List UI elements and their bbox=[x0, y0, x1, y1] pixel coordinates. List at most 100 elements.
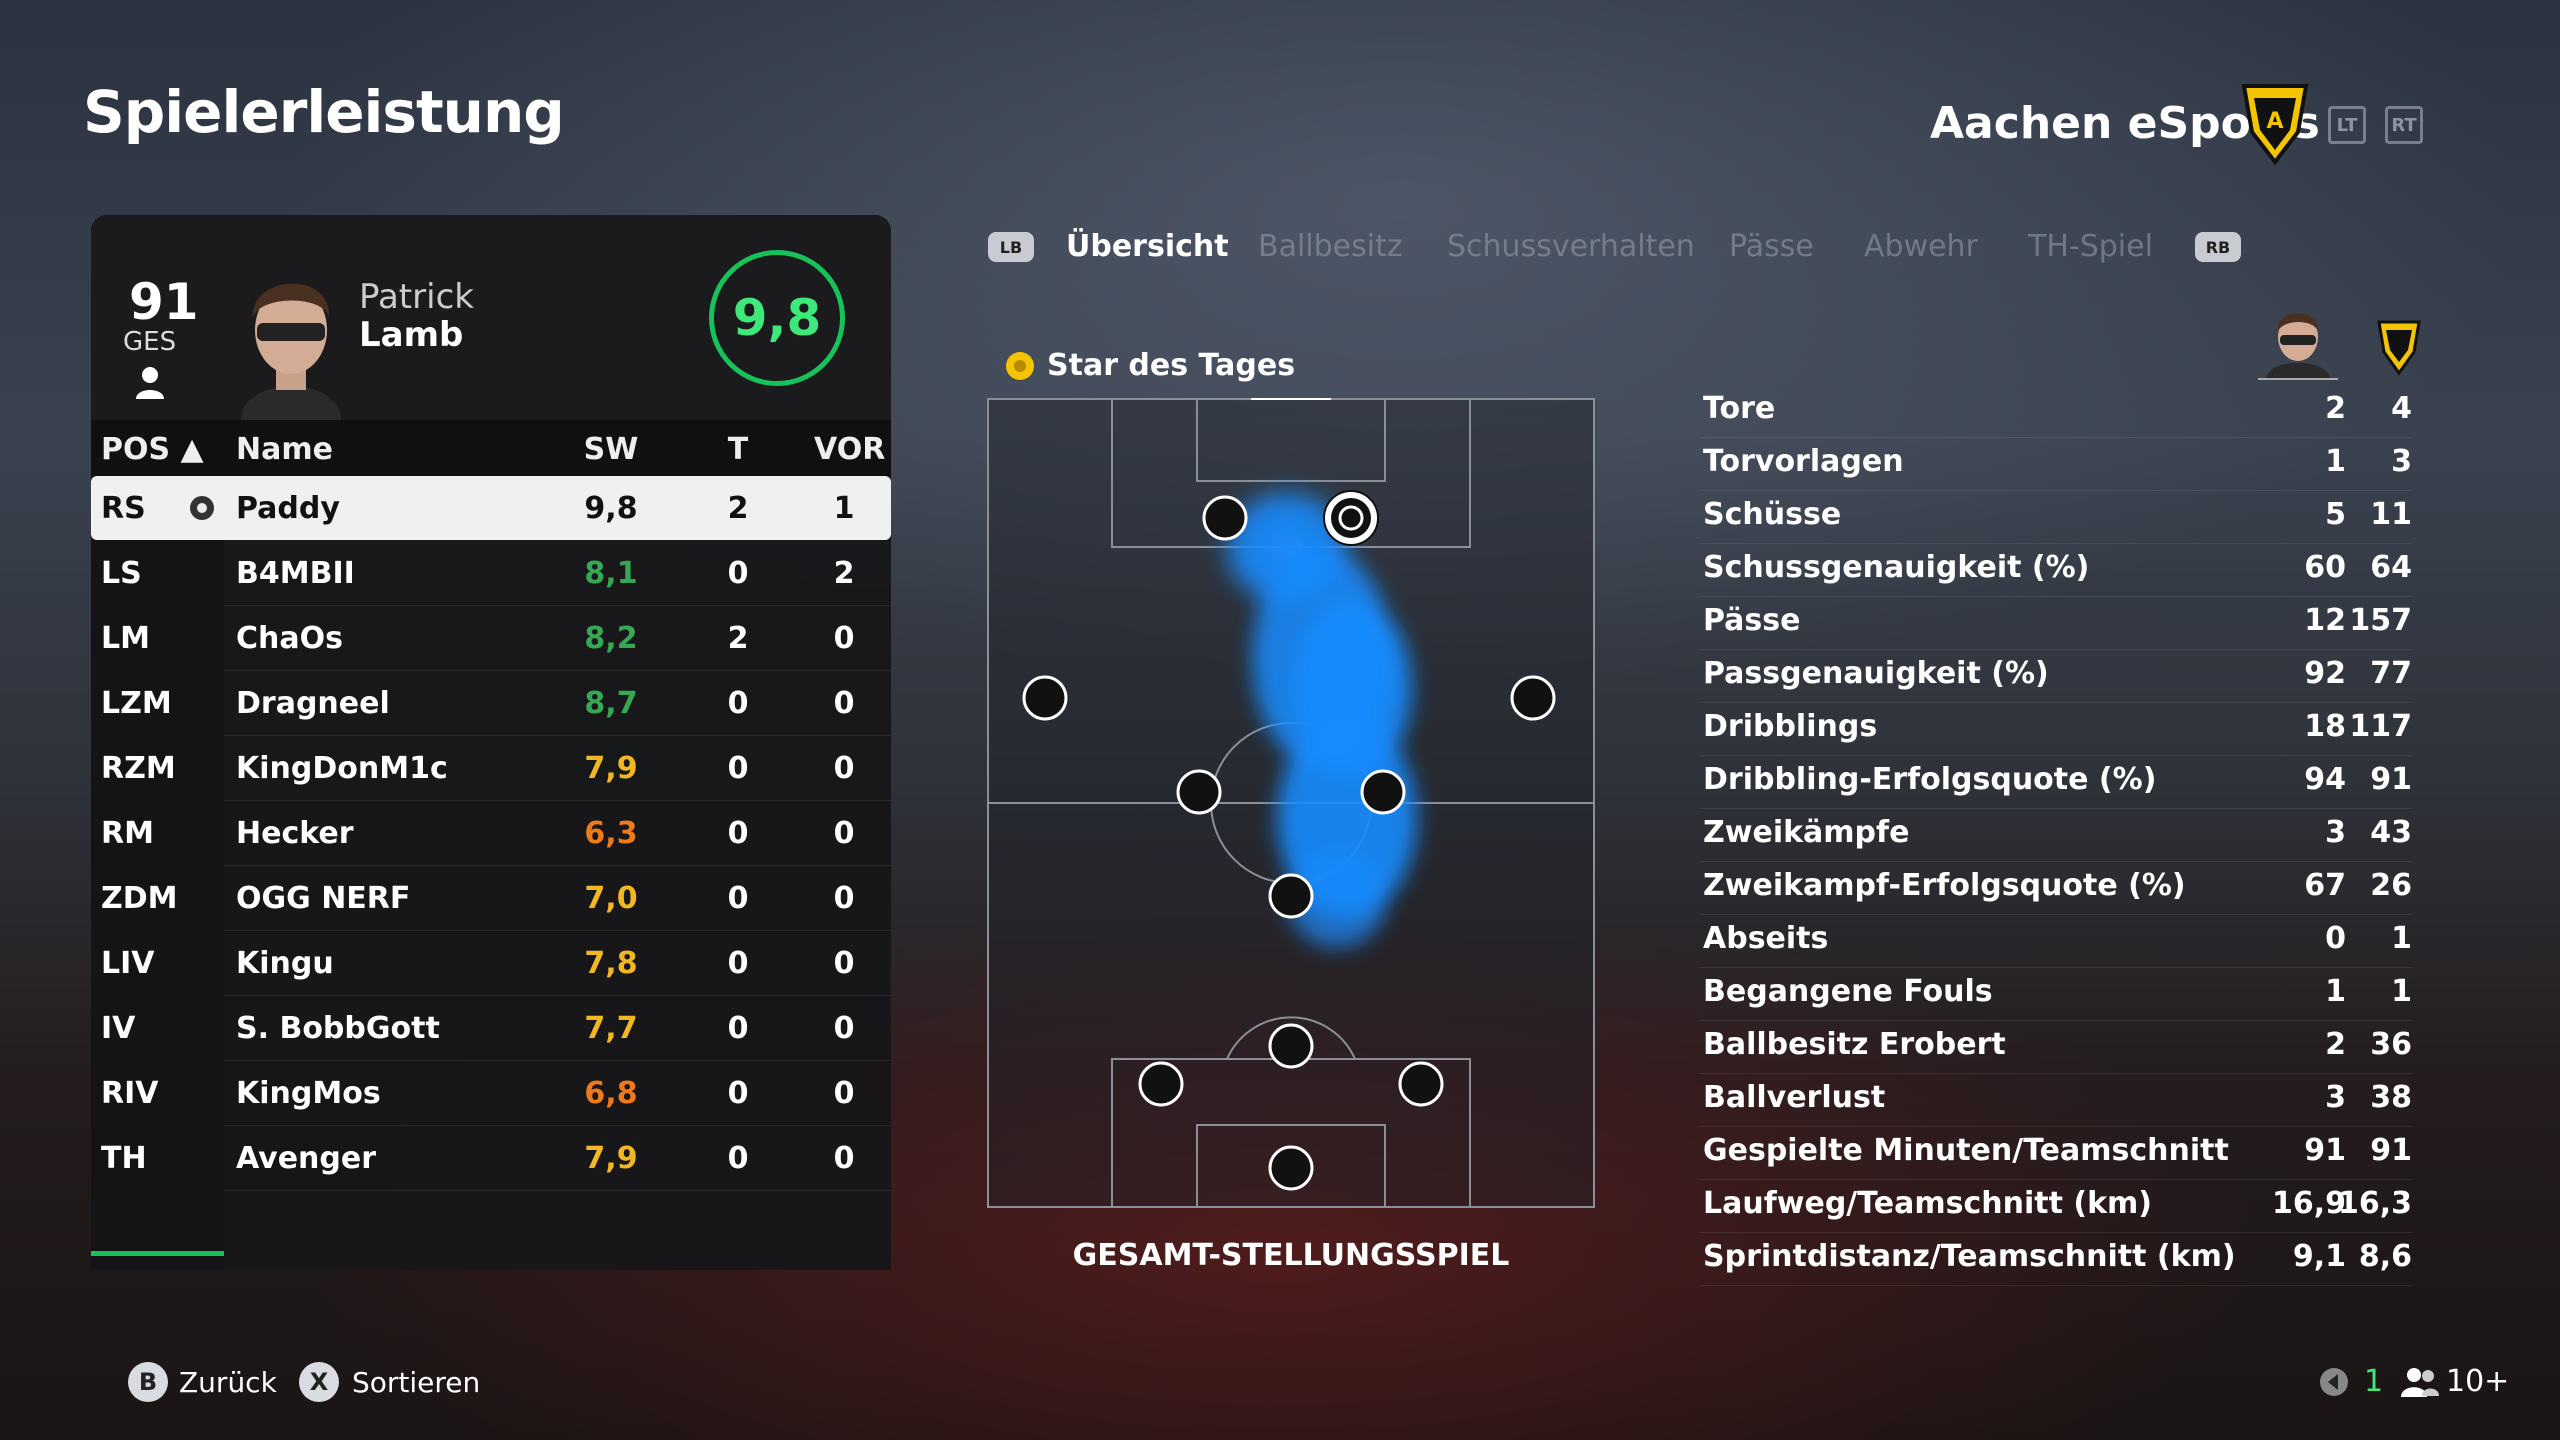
stat-team-value: 3 bbox=[2391, 444, 2412, 479]
row-rating: 8,2 bbox=[584, 621, 638, 656]
sort-label[interactable]: Sortieren bbox=[352, 1366, 480, 1399]
stat-player-value: 2 bbox=[2325, 1027, 2346, 1062]
stat-row: Zweikampf-Erfolgsquote (%) 67 26 bbox=[1700, 862, 2412, 915]
header-vor[interactable]: VOR bbox=[814, 432, 885, 467]
row-goals: 0 bbox=[727, 1141, 749, 1176]
star-of-the-day-label: Star des Tages bbox=[1047, 348, 1296, 383]
row-player-name: ChaOs bbox=[236, 621, 343, 656]
stat-row: Passgenauigkeit (%) 92 77 bbox=[1700, 650, 2412, 703]
stat-label: Abseits bbox=[1703, 921, 1829, 956]
stat-player-value: 92 bbox=[2304, 656, 2346, 691]
star-ball-icon bbox=[190, 496, 214, 520]
row-goals: 0 bbox=[727, 686, 749, 721]
header-pos[interactable]: POS ▲ bbox=[101, 432, 204, 467]
stat-player-value: 0 bbox=[2325, 921, 2346, 956]
row-rating: 9,8 bbox=[584, 491, 638, 526]
tab-paesse[interactable]: Pässe bbox=[1729, 229, 1814, 264]
table-row[interactable]: RM Hecker 6,3 0 0 bbox=[91, 801, 891, 865]
table-row[interactable]: RZM KingDonM1c 7,9 0 0 bbox=[91, 736, 891, 800]
row-position: LIV bbox=[101, 946, 155, 981]
lb-button[interactable]: LB bbox=[988, 232, 1034, 262]
stat-label: Dribblings bbox=[1703, 709, 1878, 744]
row-goals: 0 bbox=[727, 881, 749, 916]
stat-player-value: 16,9 bbox=[2271, 1186, 2346, 1221]
row-rating: 7,9 bbox=[584, 751, 638, 786]
row-player-name: OGG NERF bbox=[236, 881, 411, 916]
header-name[interactable]: Name bbox=[236, 432, 333, 467]
tab-uebersicht[interactable]: Übersicht bbox=[1066, 229, 1229, 264]
stat-team-value: 26 bbox=[2370, 868, 2412, 903]
table-row[interactable]: RIV KingMos 6,8 0 0 bbox=[91, 1061, 891, 1125]
header-t[interactable]: T bbox=[708, 432, 768, 467]
table-row[interactable]: LM ChaOs 8,2 2 0 bbox=[91, 606, 891, 670]
table-row[interactable]: LIV Kingu 7,8 0 0 bbox=[91, 931, 891, 995]
player-list-panel: 91 GES Patrick Lamb 9,8 POS ▲ Name SW T … bbox=[91, 215, 891, 1270]
lt-trigger-button[interactable]: LT bbox=[2328, 106, 2366, 144]
rb-button[interactable]: RB bbox=[2195, 232, 2241, 262]
row-position: LS bbox=[101, 556, 142, 591]
sort-button-icon[interactable]: X bbox=[299, 1362, 339, 1402]
stat-player-value: 60 bbox=[2304, 550, 2346, 585]
stat-row: Gespielte Minuten/Teamschnitt 91 91 bbox=[1700, 1127, 2412, 1180]
stat-player-value: 2 bbox=[2325, 391, 2346, 426]
stat-label: Torvorlagen bbox=[1703, 444, 1904, 479]
stat-player-value: 3 bbox=[2325, 1080, 2346, 1115]
row-rating: 6,8 bbox=[584, 1076, 638, 1111]
stat-player-value: 1 bbox=[2325, 444, 2346, 479]
row-position: TH bbox=[101, 1141, 147, 1176]
tab-schussverhalten[interactable]: Schussverhalten bbox=[1447, 229, 1695, 264]
stat-player-value: 94 bbox=[2304, 762, 2346, 797]
stat-team-value: 157 bbox=[2349, 603, 2412, 638]
stat-label: Zweikämpfe bbox=[1703, 815, 1910, 850]
stat-team-value: 4 bbox=[2391, 391, 2412, 426]
user-icon bbox=[136, 367, 164, 399]
tab-abwehr[interactable]: Abwehr bbox=[1864, 229, 1978, 264]
rt-trigger-button[interactable]: RT bbox=[2385, 106, 2423, 144]
player-mini-avatar bbox=[2258, 313, 2338, 380]
row-rating: 7,9 bbox=[584, 1141, 638, 1176]
row-assists: 2 bbox=[833, 556, 855, 591]
star-of-the-day-icon bbox=[1006, 352, 1034, 380]
player-first-name: Patrick bbox=[359, 277, 474, 317]
header-sw[interactable]: SW bbox=[566, 432, 656, 467]
stat-row: Begangene Fouls 1 1 bbox=[1700, 968, 2412, 1021]
team-mini-crest-icon bbox=[2377, 320, 2421, 376]
table-row[interactable]: LS B4MBII 8,1 0 2 bbox=[91, 541, 891, 605]
row-player-name: S. BobbGott bbox=[236, 1011, 440, 1046]
player-avatar bbox=[241, 283, 341, 420]
stat-team-value: 1 bbox=[2391, 974, 2412, 1009]
row-goals: 0 bbox=[727, 946, 749, 981]
stat-row: Abseits 0 1 bbox=[1700, 915, 2412, 968]
table-row[interactable]: LZM Dragneel 8,7 0 0 bbox=[91, 671, 891, 735]
notification-icon bbox=[2320, 1368, 2348, 1396]
back-button-icon[interactable]: B bbox=[128, 1362, 168, 1402]
stat-label: Tore bbox=[1703, 391, 1776, 426]
tab-ballbesitz[interactable]: Ballbesitz bbox=[1258, 229, 1403, 264]
back-label[interactable]: Zurück bbox=[179, 1366, 277, 1399]
stat-row: Tore 2 4 bbox=[1700, 385, 2412, 438]
team-crest-icon: A bbox=[2241, 84, 2309, 166]
stat-label: Ballverlust bbox=[1703, 1080, 1886, 1115]
row-position: LZM bbox=[101, 686, 172, 721]
notification-count: 1 bbox=[2364, 1364, 2384, 1399]
stat-label: Begangene Fouls bbox=[1703, 974, 1993, 1009]
player-header: 91 GES Patrick Lamb 9,8 bbox=[91, 215, 891, 420]
stat-label: Sprintdistanz/Teamschnitt (km) bbox=[1703, 1239, 2236, 1274]
stat-team-value: 1 bbox=[2391, 921, 2412, 956]
row-player-name: Dragneel bbox=[236, 686, 390, 721]
table-row[interactable]: RS Paddy 9,8 2 1 bbox=[91, 476, 891, 540]
table-row[interactable]: ZDM OGG NERF 7,0 0 0 bbox=[91, 866, 891, 930]
stat-player-value: 67 bbox=[2304, 868, 2346, 903]
row-goals: 0 bbox=[727, 816, 749, 851]
row-player-name: KingMos bbox=[236, 1076, 381, 1111]
row-assists: 0 bbox=[833, 1141, 855, 1176]
tab-th-spiel[interactable]: TH-Spiel bbox=[2028, 229, 2153, 264]
stat-team-value: 77 bbox=[2370, 656, 2412, 691]
row-goals: 0 bbox=[727, 751, 749, 786]
table-row[interactable]: TH Avenger 7,9 0 0 bbox=[91, 1126, 891, 1190]
row-position: LM bbox=[101, 621, 150, 656]
row-goals: 0 bbox=[727, 1076, 749, 1111]
stat-row: Dribbling-Erfolgsquote (%) 94 91 bbox=[1700, 756, 2412, 809]
table-row[interactable]: IV S. BobbGott 7,7 0 0 bbox=[91, 996, 891, 1060]
stat-team-value: 91 bbox=[2370, 1133, 2412, 1168]
